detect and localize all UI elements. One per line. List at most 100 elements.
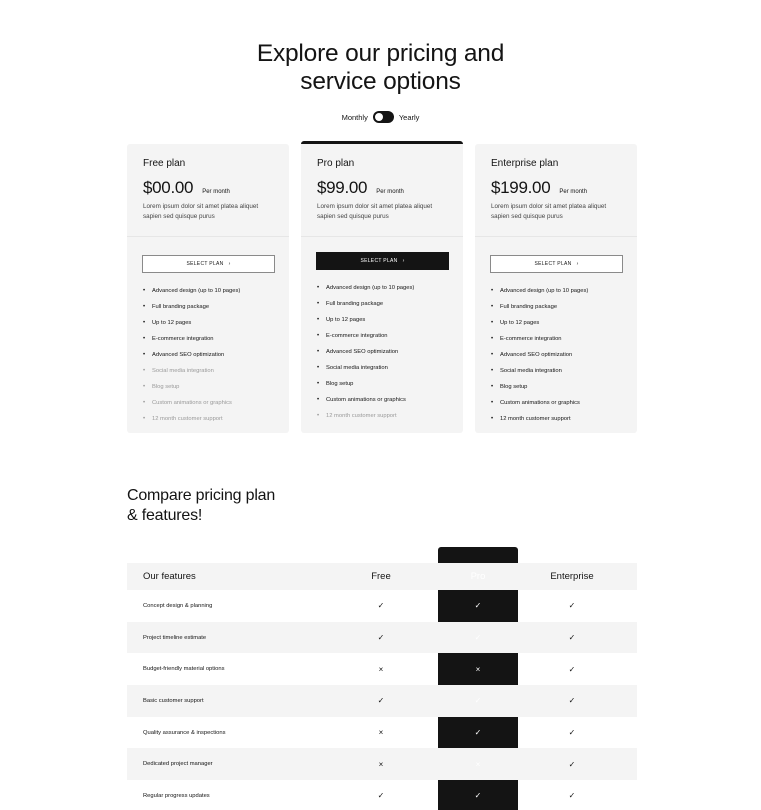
- free-mark: ✓: [377, 696, 385, 706]
- bullet-icon: •: [317, 317, 320, 323]
- feature-label: Advanced design (up to 10 pages): [500, 288, 589, 294]
- feature-item: • Custom animations or graphics: [317, 392, 414, 408]
- feature-name: Quality assurance & inspections: [143, 729, 226, 736]
- plan-price: $00.00 Per month: [143, 178, 230, 198]
- bullet-icon: •: [143, 416, 146, 422]
- free-mark: ×: [378, 664, 384, 674]
- pro-mark: ✓: [474, 791, 482, 801]
- table-row: Dedicated project manager × × ✓: [127, 748, 637, 781]
- bullet-icon: •: [143, 320, 146, 326]
- bullet-icon: •: [491, 416, 494, 422]
- bullet-icon: •: [143, 352, 146, 358]
- bullet-icon: •: [143, 288, 146, 294]
- feature-item: • Up to 12 pages: [143, 315, 240, 331]
- billing-switch[interactable]: [372, 111, 394, 123]
- monthly-label[interactable]: Monthly: [342, 113, 368, 122]
- bullet-icon: •: [143, 368, 146, 374]
- plan-price: $199.00 Per month: [491, 178, 587, 198]
- select-plan-button-pro[interactable]: SELECT PLAN ›: [316, 252, 449, 270]
- feature-label: Blog setup: [152, 384, 180, 390]
- bullet-icon: •: [491, 304, 494, 310]
- feature-item: • Full branding package: [491, 299, 588, 315]
- billing-toggle: Monthly Yearly: [0, 111, 761, 123]
- plan-description: Lorem ipsum dolor sit amet platea alique…: [491, 203, 607, 220]
- bullet-icon: •: [317, 333, 320, 339]
- plan-price: $99.00 Per month: [317, 178, 404, 198]
- switch-knob: [374, 113, 383, 121]
- divider: [301, 236, 463, 237]
- table-row: Project timeline estimate ✓ ✓ ✓: [127, 621, 637, 654]
- bullet-icon: •: [491, 400, 494, 406]
- free-mark: ✓: [377, 791, 385, 801]
- feature-item: • Social media integration: [143, 363, 240, 379]
- plan-name: Pro plan: [317, 158, 355, 169]
- feature-label: Custom animations or graphics: [326, 397, 406, 403]
- feature-label: E-commerce integration: [326, 333, 388, 339]
- feature-item: • Up to 12 pages: [317, 312, 414, 328]
- table-body: Concept design & planning ✓ ✓ ✓ Project time…: [127, 590, 637, 810]
- feature-label: 12 month customer support: [326, 413, 397, 419]
- page-title-line-2: service options: [300, 68, 461, 95]
- price-amount: $199.00: [491, 178, 551, 197]
- enterprise-mark: ✓: [568, 633, 576, 643]
- feature-item: • Custom animations or graphics: [143, 395, 240, 411]
- enterprise-mark: ✓: [568, 601, 576, 611]
- column-header-free: Free: [371, 571, 391, 582]
- enterprise-mark: ✓: [568, 664, 576, 674]
- feature-item: • Social media integration: [317, 360, 414, 376]
- plan-description: Lorem ipsum dolor sit amet platea alique…: [317, 203, 433, 220]
- bullet-icon: •: [491, 320, 494, 326]
- page-title: Explore our pricing and service options: [0, 40, 761, 96]
- bullet-icon: •: [317, 285, 320, 291]
- free-mark: ×: [378, 759, 384, 769]
- feature-list: • Advanced design (up to 10 pages) • Full b…: [143, 283, 240, 427]
- feature-item: • Advanced design (up to 10 pages): [317, 280, 414, 296]
- feature-item: • Advanced SEO optimization: [317, 344, 414, 360]
- feature-item: • Social media integration: [491, 363, 588, 379]
- feature-name: Dedicated project manager: [143, 761, 213, 768]
- feature-label: Social media integration: [152, 368, 214, 374]
- feature-label: Advanced design (up to 10 pages): [152, 288, 241, 294]
- table-row: Basic customer support ✓ ✓ ✓: [127, 685, 637, 717]
- price-amount: $99.00: [317, 178, 368, 197]
- feature-name: Project timeline estimate: [143, 634, 207, 641]
- select-plan-button-enterprise[interactable]: SELECT PLAN ›: [490, 255, 623, 273]
- free-mark: ✓: [377, 633, 385, 643]
- feature-label: Advanced SEO optimization: [152, 352, 225, 358]
- column-header-pro: Pro: [470, 571, 486, 582]
- feature-item: • 12 month customer support: [143, 411, 240, 427]
- divider: [127, 236, 289, 237]
- plan-name: Enterprise plan: [491, 158, 559, 169]
- pro-mark: ✓: [474, 728, 482, 738]
- feature-label: Advanced design (up to 10 pages): [326, 285, 415, 291]
- select-plan-button-free[interactable]: SELECT PLAN ›: [142, 255, 275, 273]
- table-row: Quality assurance & inspections × ✓ ✓: [127, 717, 637, 749]
- arrow-right-icon: ›: [228, 261, 231, 267]
- feature-name: Budget-friendly material options: [143, 666, 225, 673]
- feature-label: Custom animations or graphics: [500, 400, 580, 406]
- feature-item: • E-commerce integration: [317, 328, 414, 344]
- bullet-icon: •: [491, 336, 494, 342]
- feature-item: • Advanced design (up to 10 pages): [491, 283, 588, 299]
- feature-item: • Advanced design (up to 10 pages): [143, 283, 240, 299]
- pro-mark: ✓: [474, 601, 482, 611]
- feature-label: Advanced SEO optimization: [326, 349, 399, 355]
- compare-title: Compare pricing plan & features!: [127, 486, 275, 526]
- enterprise-mark: ✓: [568, 759, 576, 769]
- feature-label: Social media integration: [326, 365, 388, 371]
- feature-label: Up to 12 pages: [326, 317, 366, 323]
- feature-list: • Advanced design (up to 10 pages) • Full b…: [317, 280, 414, 424]
- feature-name: Basic customer support: [143, 697, 204, 704]
- compare-title-line-2: & features!: [127, 507, 203, 524]
- feature-label: Up to 12 pages: [500, 320, 540, 326]
- feature-label: Up to 12 pages: [152, 320, 192, 326]
- feature-label: Full branding package: [326, 301, 384, 307]
- feature-label: Blog setup: [500, 384, 528, 390]
- feature-item: • E-commerce integration: [491, 331, 588, 347]
- bullet-icon: •: [491, 352, 494, 358]
- bullet-icon: •: [143, 400, 146, 406]
- pro-mark: ×: [475, 759, 481, 769]
- yearly-label[interactable]: Yearly: [399, 113, 420, 122]
- feature-item: • Full branding package: [317, 296, 414, 312]
- enterprise-mark: ✓: [568, 728, 576, 738]
